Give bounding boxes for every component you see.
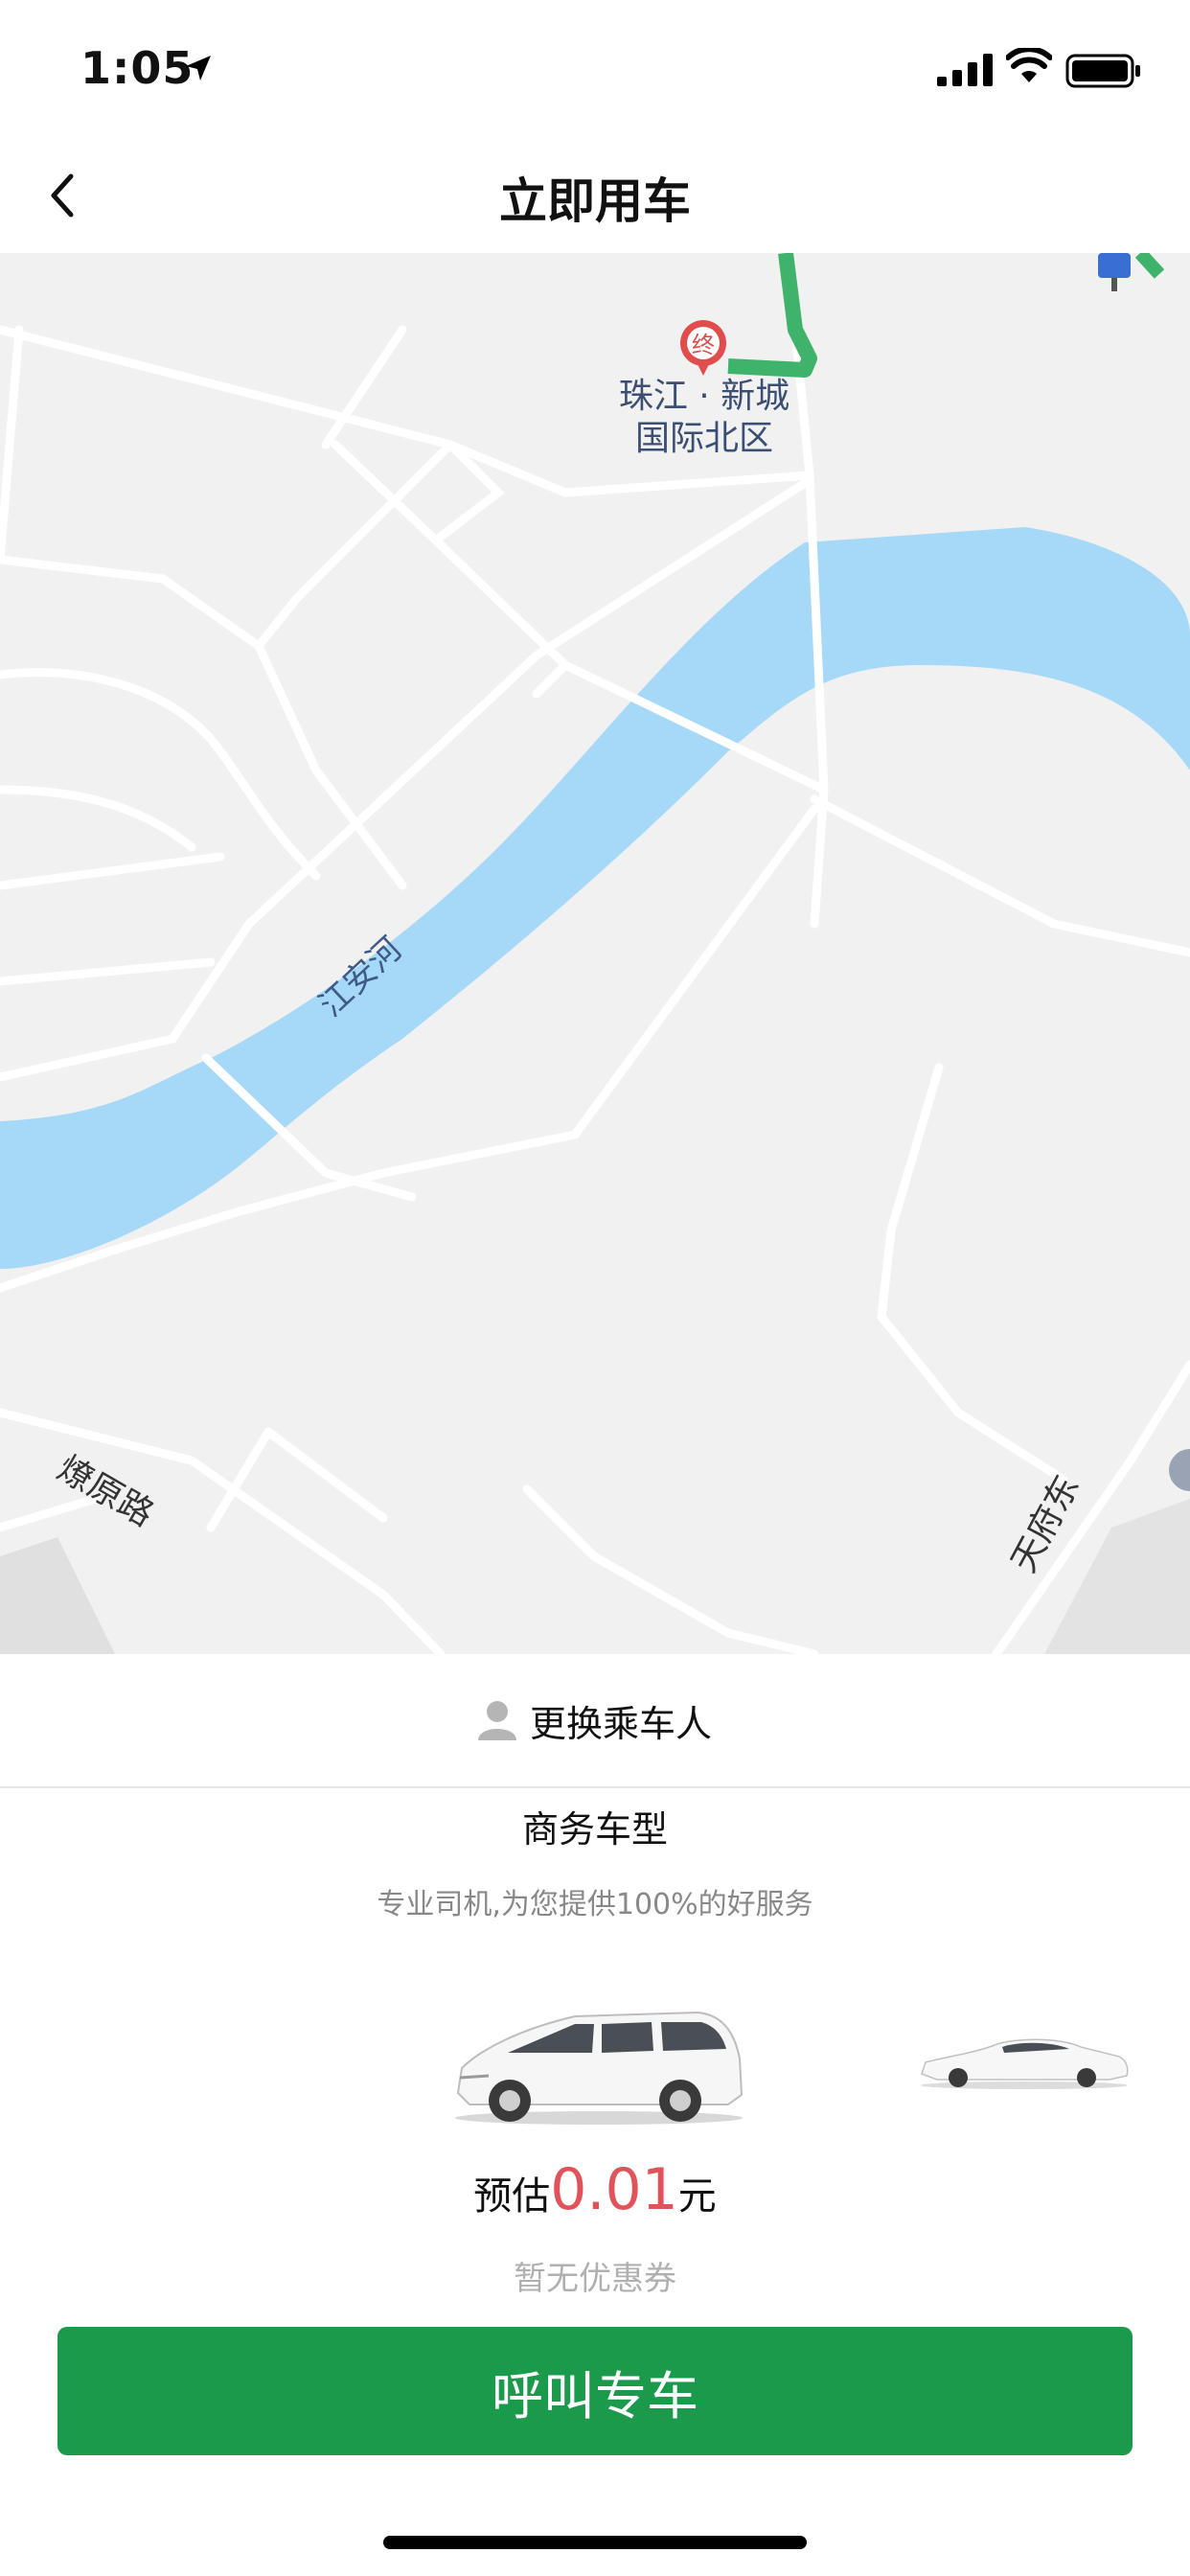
destination-name-line2: 国际北区 [634, 419, 773, 458]
wifi-icon [1006, 48, 1052, 82]
change-passenger-label: 更换乘车人 [529, 1702, 712, 1745]
status-bar: 1:05 [0, 0, 1190, 144]
battery-icon [1065, 54, 1140, 88]
business-van-image[interactable] [450, 2001, 747, 2126]
price-unit: 元 [677, 2174, 717, 2219]
sedan-image[interactable] [918, 2032, 1131, 2089]
navigation-bar: 立即用车 [0, 144, 1190, 253]
status-time: 1:05 [80, 42, 195, 94]
change-passenger-button[interactable]: 更换乘车人 [0, 1654, 1190, 1788]
car-type-title: 商务车型 [521, 1808, 668, 1851]
price-prefix: 预估 [473, 2174, 551, 2219]
price-amount: 0.01 [550, 2156, 678, 2223]
page-title: 立即用车 [499, 173, 691, 229]
coupon-status[interactable]: 暂无优惠券 [0, 2252, 1190, 2299]
location-arrow-icon [186, 56, 211, 80]
cellular-signal-icon [937, 54, 993, 86]
home-indicator[interactable] [383, 2536, 807, 2549]
call-car-button[interactable]: 呼叫专车 [57, 2327, 1133, 2455]
destination-label: 珠江 · 新城 国际北区 [575, 376, 834, 460]
map-view[interactable]: 终 珠江 · 新城 国际北区 江安河 燎原路 天府东 [0, 253, 1190, 1654]
destination-name-line1: 珠江 · 新城 [618, 377, 790, 416]
price-estimate: 预估0.01元 [0, 2156, 1190, 2223]
car-type-subtitle: 专业司机,为您提供100%的好服务 [377, 1888, 813, 1921]
map-canvas [0, 253, 1190, 1654]
person-icon [477, 1701, 516, 1740]
destination-marker-icon[interactable]: 终 [682, 326, 724, 359]
